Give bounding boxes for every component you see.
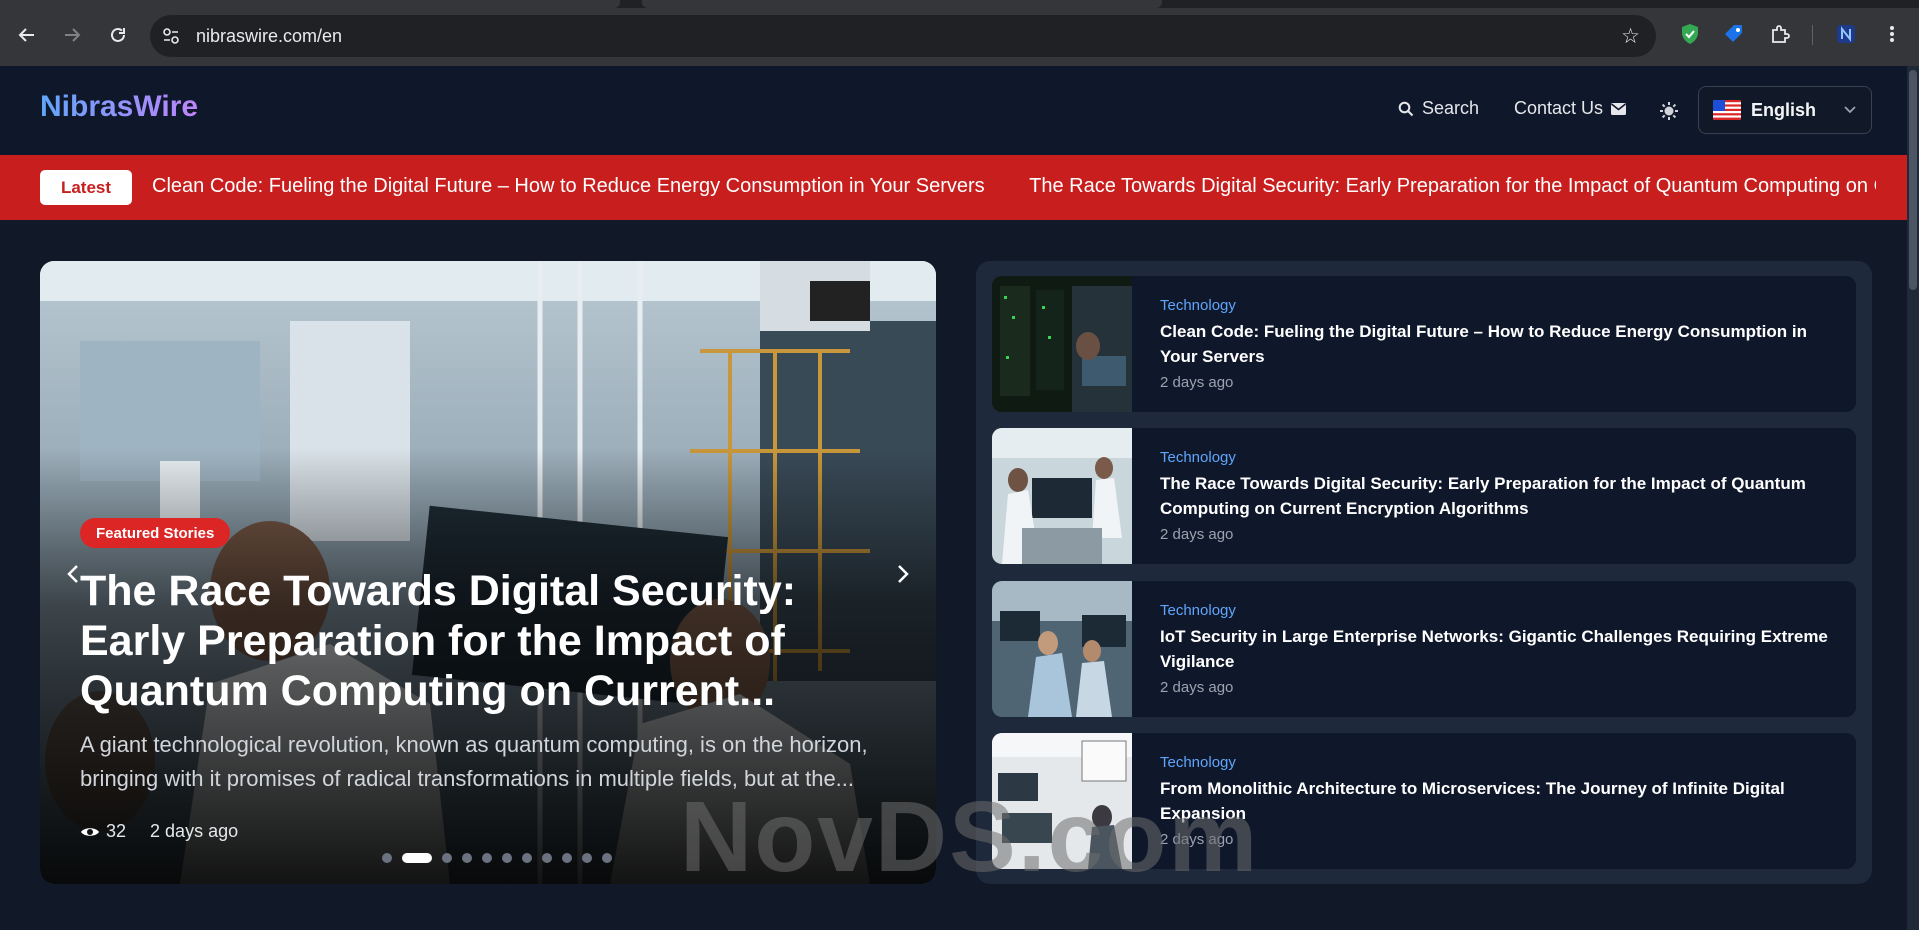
puzzle-extensions-icon[interactable] bbox=[1768, 22, 1792, 46]
article-time: 2 days ago bbox=[1160, 374, 1234, 391]
article-category[interactable]: Technology bbox=[1160, 754, 1236, 771]
arrow-right-icon bbox=[65, 28, 81, 42]
ticker-item[interactable]: Clean Code: Fueling the Digital Future –… bbox=[152, 175, 985, 198]
contact-label: Contact Us bbox=[1514, 98, 1604, 118]
article-title[interactable]: IoT Security in Large Enterprise Network… bbox=[1160, 624, 1840, 674]
article-thumbnail bbox=[992, 428, 1132, 564]
search-icon bbox=[1398, 101, 1414, 116]
article-category[interactable]: Technology bbox=[1160, 297, 1236, 314]
article-title[interactable]: From Monolithic Architecture to Microser… bbox=[1160, 776, 1840, 826]
sun-icon bbox=[1660, 102, 1678, 120]
slider-dots bbox=[382, 853, 612, 863]
slider-dot[interactable] bbox=[522, 853, 532, 863]
article-card[interactable]: Technology Clean Code: Fueling the Digit… bbox=[992, 276, 1856, 412]
arrow-left-icon bbox=[18, 28, 34, 42]
browser-tab-active[interactable] bbox=[0, 0, 620, 8]
address-bar[interactable]: nibraswire.com/en ☆ bbox=[150, 15, 1656, 57]
reload-button[interactable] bbox=[103, 20, 133, 50]
article-thumbnail bbox=[992, 581, 1132, 717]
slider-dot[interactable] bbox=[502, 853, 512, 863]
chevron-down-icon bbox=[1844, 106, 1856, 114]
contact-link[interactable]: Contact Us bbox=[1514, 98, 1627, 119]
envelope-icon bbox=[1611, 102, 1627, 115]
tag-extension-icon[interactable] bbox=[1722, 22, 1746, 46]
article-title[interactable]: Clean Code: Fueling the Digital Future –… bbox=[1160, 319, 1840, 369]
article-card[interactable]: Technology The Race Towards Digital Secu… bbox=[992, 428, 1856, 564]
reload-icon bbox=[111, 27, 125, 42]
views-value: 32 bbox=[106, 821, 127, 841]
slider-dot[interactable] bbox=[602, 853, 612, 863]
eye-icon bbox=[81, 827, 99, 836]
url-text[interactable]: nibraswire.com/en bbox=[196, 26, 342, 47]
article-title[interactable]: The Race Towards Digital Security: Early… bbox=[1160, 471, 1840, 521]
toolbar-divider bbox=[1812, 25, 1813, 45]
article-card[interactable]: Technology IoT Security in Large Enterpr… bbox=[992, 581, 1856, 717]
page-scrollbar[interactable] bbox=[1907, 66, 1919, 930]
site-header: NibrasWire Search Contact Us English bbox=[0, 66, 1907, 155]
slider-dot[interactable] bbox=[542, 853, 552, 863]
browser-menu-button[interactable] bbox=[1880, 22, 1904, 46]
browser-toolbar: nibraswire.com/en ☆ bbox=[0, 0, 1919, 66]
ticker-track: Clean Code: Fueling the Digital Future –… bbox=[152, 175, 1876, 205]
language-selector[interactable]: English bbox=[1698, 86, 1872, 134]
featured-badge: Featured Stories bbox=[80, 518, 231, 548]
views-count: 32 bbox=[80, 821, 126, 842]
shield-extension-icon[interactable] bbox=[1678, 22, 1702, 46]
slider-dot[interactable] bbox=[582, 853, 592, 863]
search-label: Search bbox=[1422, 98, 1480, 118]
article-category[interactable]: Technology bbox=[1160, 449, 1236, 466]
slider-dot[interactable] bbox=[462, 853, 472, 863]
chevron-left-icon bbox=[67, 565, 78, 583]
hero-time: 2 days ago bbox=[150, 821, 239, 841]
hero-title[interactable]: The Race Towards Digital Security: Early… bbox=[80, 566, 890, 716]
ticker-item[interactable]: The Race Towards Digital Security: Early… bbox=[1029, 175, 1876, 198]
slider-dot[interactable] bbox=[562, 853, 572, 863]
us-flag-icon bbox=[1713, 100, 1741, 120]
bookmark-star-icon[interactable]: ☆ bbox=[1621, 24, 1640, 49]
search-link[interactable]: Search bbox=[1398, 98, 1479, 119]
slider-dot[interactable] bbox=[382, 853, 392, 863]
article-time: 2 days ago bbox=[1160, 679, 1234, 696]
watermark-overlay: NovDS.com bbox=[680, 781, 1260, 893]
chevron-right-icon bbox=[898, 565, 909, 583]
article-category[interactable]: Technology bbox=[1160, 602, 1236, 619]
browser-tab[interactable] bbox=[642, 0, 1162, 8]
site-logo[interactable]: NibrasWire bbox=[40, 90, 198, 124]
theme-toggle-button[interactable] bbox=[1656, 98, 1682, 124]
site-settings-icon[interactable] bbox=[162, 27, 180, 45]
latest-badge: Latest bbox=[40, 170, 132, 205]
slider-next-button[interactable] bbox=[888, 559, 918, 589]
slider-dot[interactable] bbox=[402, 853, 432, 863]
profile-avatar-icon[interactable] bbox=[1834, 22, 1858, 46]
hero-meta: 32 2 days ago bbox=[80, 821, 238, 842]
language-label: English bbox=[1751, 99, 1817, 120]
article-time: 2 days ago bbox=[1160, 526, 1234, 543]
tab-strip bbox=[0, 0, 1919, 8]
forward-button[interactable] bbox=[57, 20, 87, 50]
slider-dot[interactable] bbox=[482, 853, 492, 863]
back-button[interactable] bbox=[12, 20, 42, 50]
scrollbar-thumb[interactable] bbox=[1909, 70, 1917, 290]
slider-dot[interactable] bbox=[442, 853, 452, 863]
news-ticker: Latest Clean Code: Fueling the Digital F… bbox=[0, 155, 1907, 220]
article-thumbnail bbox=[992, 276, 1132, 412]
